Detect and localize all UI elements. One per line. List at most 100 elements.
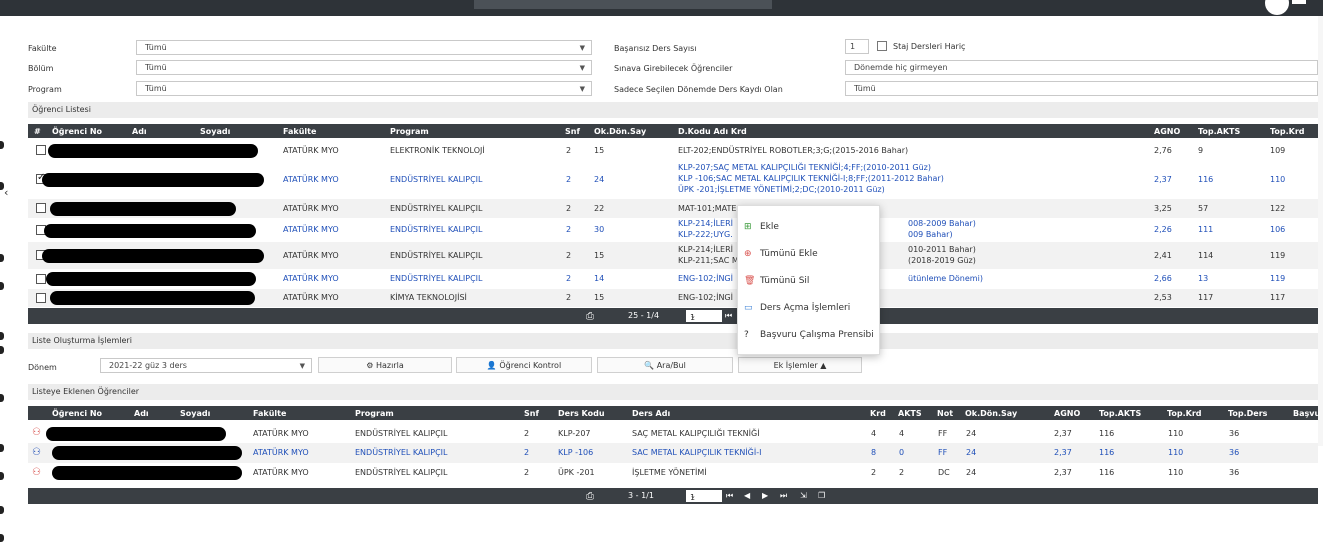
cell[interactable]: 008-2009 Bahar) bbox=[908, 219, 976, 228]
col-header[interactable]: Fakülte bbox=[253, 409, 286, 418]
col-header[interactable]: Top.AKTS bbox=[1099, 409, 1141, 418]
col-header[interactable]: Ders Adı bbox=[632, 409, 670, 418]
remove-user-icon[interactable]: ⚇ bbox=[32, 447, 41, 458]
cell[interactable]: ÜPK -201;İŞLETME YÖNETİMİ;2;DC;(2010-201… bbox=[678, 185, 885, 194]
sinava-select[interactable]: Dönemde hiç girmeyen bbox=[845, 60, 1318, 75]
ogrenci-kontrol-button[interactable]: 👤 Öğrenci Kontrol bbox=[456, 357, 592, 373]
col-header[interactable]: Fakülte bbox=[283, 127, 316, 136]
sidebar-icon[interactable] bbox=[0, 394, 4, 402]
remove-user-icon[interactable]: ⚇ bbox=[32, 427, 41, 438]
table-row[interactable]: ATATÜRK MYO ENDÜSTRİYEL KALIPÇIL 2 24 KL… bbox=[28, 160, 1318, 199]
sidebar-icon[interactable] bbox=[0, 346, 4, 354]
cell[interactable]: KLP -106;SAC METAL KALIPÇILIK TEKNİĞİ-I;… bbox=[678, 174, 944, 183]
col-header[interactable]: Öğrenci No bbox=[52, 127, 102, 136]
cell: ELEKTRONİK TEKNOLOJİ bbox=[390, 146, 485, 155]
col-header[interactable]: Top.Krd bbox=[1167, 409, 1202, 418]
page-select[interactable]: 1 ⌄ bbox=[686, 310, 722, 322]
table-row[interactable]: ⚇ ATATÜRK MYO ENDÜSTRİYEL KALIPÇIL 2 ÜPK… bbox=[28, 463, 1318, 483]
row-checkbox[interactable] bbox=[36, 293, 46, 303]
menu-item-basvuru[interactable]: ? Başvuru Çalışma Prensibi bbox=[744, 330, 874, 340]
cell[interactable]: KLP-207;SAÇ METAL KALIPÇILIĞI TEKNİĞİ;4;… bbox=[678, 163, 931, 172]
menu-item-tumunu-sil[interactable]: 🗑 Tümünü Sil bbox=[744, 276, 809, 286]
sidebar-icon[interactable] bbox=[0, 332, 4, 340]
col-header[interactable]: Top.Ders bbox=[1228, 409, 1267, 418]
global-search-box[interactable] bbox=[474, 0, 772, 9]
col-header[interactable]: AKTS bbox=[898, 409, 922, 418]
hazirla-button[interactable]: ⚙ Hazırla bbox=[318, 357, 452, 373]
table-row[interactable]: ATATÜRK MYO ENDÜSTRİYEL KALIPÇIL 2 22 MA… bbox=[28, 199, 1318, 218]
copy-icon[interactable]: ❐ bbox=[818, 491, 825, 500]
print-icon[interactable]: ⎙ bbox=[586, 491, 594, 502]
sidebar-icon[interactable] bbox=[0, 534, 4, 542]
table-row[interactable]: ATATÜRK MYO ELEKTRONİK TEKNOLOJİ 2 15 EL… bbox=[28, 141, 1318, 160]
sidebar-icon[interactable] bbox=[0, 444, 4, 452]
col-header[interactable]: Soyadı bbox=[200, 127, 230, 136]
menu-item-ekle[interactable]: ⊞ Ekle bbox=[744, 222, 779, 232]
cell[interactable]: ütünleme Dönemi) bbox=[908, 274, 983, 283]
cell[interactable]: ENG-102;İNGİ bbox=[678, 274, 733, 283]
sadece-secilen-select[interactable]: Tümü bbox=[845, 81, 1318, 96]
donem-select[interactable]: 2021-22 güz 3 ders ▼ bbox=[100, 358, 312, 373]
sidebar-icon[interactable] bbox=[0, 141, 4, 149]
sidebar-icon[interactable] bbox=[0, 254, 4, 262]
print-icon[interactable]: ⎙ bbox=[586, 311, 594, 322]
col-header[interactable]: Öğrenci No bbox=[52, 409, 102, 418]
user-menu-toggle[interactable] bbox=[1292, 0, 1306, 4]
col-header[interactable]: Program bbox=[390, 127, 429, 136]
table-row[interactable]: ATATÜRK MYO ENDÜSTRİYEL KALIPÇIL 2 15 KL… bbox=[28, 242, 1318, 269]
first-page-icon[interactable]: ⏮ bbox=[725, 311, 732, 321]
row-checkbox[interactable] bbox=[36, 203, 46, 213]
ek-islemler-button[interactable]: Ek İşlemler ▲ bbox=[738, 357, 862, 373]
col-header[interactable]: Top.AKTS bbox=[1198, 127, 1240, 136]
col-header[interactable]: Krd bbox=[870, 409, 886, 418]
cell: 116 bbox=[1099, 448, 1115, 457]
export-icon[interactable]: ⇲ bbox=[800, 491, 807, 500]
prev-page-icon[interactable]: ◀ bbox=[744, 491, 750, 500]
table-row[interactable]: ⚇ ATATÜRK MYO ENDÜSTRİYEL KALIPÇIL 2 KLP… bbox=[28, 424, 1318, 443]
col-header[interactable]: Ok.Dön.Say bbox=[594, 127, 646, 136]
col-header[interactable]: Soyadı bbox=[180, 409, 210, 418]
next-page-icon[interactable]: ▶ bbox=[762, 491, 768, 500]
col-header[interactable]: Başvu bbox=[1293, 409, 1320, 418]
ara-bul-button[interactable]: 🔍 Ara/Bul bbox=[597, 357, 733, 373]
col-header[interactable]: Adı bbox=[134, 409, 149, 418]
col-header[interactable]: Snf bbox=[524, 409, 539, 418]
col-header[interactable]: Snf bbox=[565, 127, 580, 136]
menu-item-tumunu-ekle[interactable]: ⊕ Tümünü Ekle bbox=[744, 249, 818, 259]
table-row[interactable]: ATATÜRK MYO KİMYA TEKNOLOJİSİ 2 15 ENG-1… bbox=[28, 289, 1318, 307]
table-row[interactable]: ATATÜRK MYO ENDÜSTRİYEL KALIPÇIL 2 14 EN… bbox=[28, 269, 1318, 289]
col-header[interactable]: Ders Kodu bbox=[558, 409, 605, 418]
col-header[interactable]: AGNO bbox=[1154, 127, 1180, 136]
cell[interactable]: KLP-222;UYG. bbox=[678, 230, 733, 239]
col-header[interactable]: Top.Krd bbox=[1270, 127, 1305, 136]
row-checkbox[interactable] bbox=[36, 145, 46, 155]
row-checkbox[interactable] bbox=[36, 274, 46, 284]
col-header[interactable]: AGNO bbox=[1054, 409, 1080, 418]
program-select[interactable]: Tümü ▼ bbox=[136, 81, 592, 96]
col-header[interactable]: Ok.Dön.Say bbox=[965, 409, 1017, 418]
col-header[interactable]: Program bbox=[355, 409, 394, 418]
page-select[interactable]: 1 ⌄ bbox=[686, 490, 722, 502]
user-avatar[interactable] bbox=[1265, 0, 1289, 15]
col-header[interactable]: Adı bbox=[132, 127, 147, 136]
last-page-icon[interactable]: ⏭ bbox=[780, 491, 787, 501]
col-header[interactable]: D.Kodu Adı Krd bbox=[678, 127, 747, 136]
table-row[interactable]: ATATÜRK MYO ENDÜSTRİYEL KALIPÇIL 2 30 KL… bbox=[28, 218, 1318, 242]
cell[interactable]: 009 Bahar) bbox=[908, 230, 953, 239]
sidebar-icon[interactable] bbox=[0, 282, 4, 290]
sidebar-icon[interactable] bbox=[0, 472, 4, 480]
col-header[interactable]: Not bbox=[937, 409, 953, 418]
basarisiz-ders-input[interactable]: 1 bbox=[845, 39, 869, 54]
table-row[interactable]: ⚇ ATATÜRK MYO ENDÜSTRİYEL KALIPÇIL 2 KLP… bbox=[28, 443, 1318, 463]
bolum-select[interactable]: Tümü ▼ bbox=[136, 60, 592, 75]
staj-haric-checkbox[interactable] bbox=[877, 41, 887, 51]
sidebar-icon[interactable] bbox=[0, 506, 4, 514]
cell[interactable]: KLP-214;İLERİ bbox=[678, 219, 733, 228]
cell: KLP-214;İLERİ bbox=[678, 245, 733, 254]
remove-user-icon[interactable]: ⚇ bbox=[32, 467, 41, 478]
menu-item-ders-acma[interactable]: ▭ Ders Açma İşlemleri bbox=[744, 303, 850, 313]
collapse-chevron-icon[interactable]: ‹ bbox=[4, 186, 8, 199]
gear-icon: ⚙ bbox=[366, 361, 374, 370]
first-page-icon[interactable]: ⏮ bbox=[726, 491, 733, 501]
fakulte-select[interactable]: Tümü ▼ bbox=[136, 40, 592, 55]
